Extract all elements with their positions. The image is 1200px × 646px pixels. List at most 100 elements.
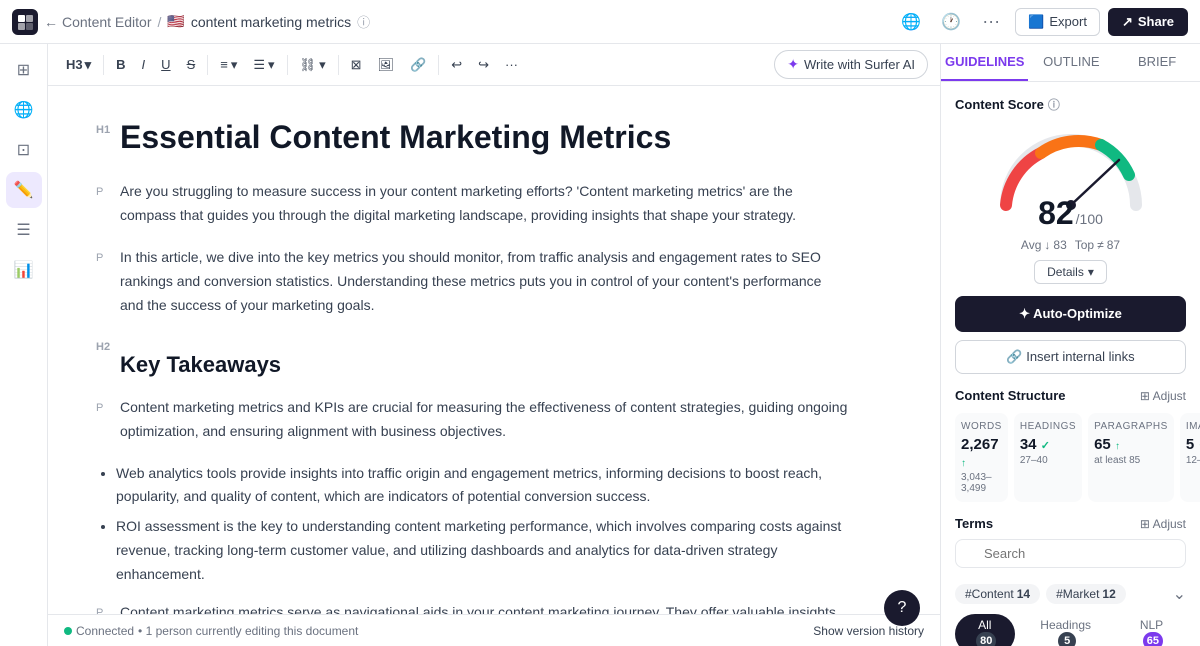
- breadcrumb-flag: 🇺🇸: [167, 13, 184, 30]
- structure-adjust-button[interactable]: ⊞ Adjust: [1140, 389, 1186, 403]
- terms-adjust-button[interactable]: ⊞ Adjust: [1140, 517, 1186, 531]
- sidebar-icon-list[interactable]: ☰: [6, 212, 42, 248]
- p4-block: P Content marketing metrics serve as nav…: [96, 601, 848, 614]
- more-toolbar-button[interactable]: ···: [499, 53, 524, 76]
- right-panel: GUIDELINES OUTLINE BRIEF Content Score ⓘ: [940, 44, 1200, 646]
- sidebar-icon-editor[interactable]: ✏️: [6, 172, 42, 208]
- link-button[interactable]: ⛓ ▾: [294, 53, 332, 77]
- undo-icon: ↩: [451, 57, 462, 73]
- heading-level-label: H3: [66, 57, 83, 72]
- list-button[interactable]: ☰ ▾: [247, 53, 280, 77]
- nlp-badge: 65: [1143, 632, 1163, 646]
- editing-info: • 1 person currently editing this docume…: [138, 624, 358, 638]
- share-icon: ↗: [1122, 14, 1133, 30]
- status-bar: Connected • 1 person currently editing t…: [48, 614, 940, 646]
- tab-brief[interactable]: BRIEF: [1114, 44, 1200, 81]
- top-text: Top ≠ 87: [1075, 238, 1120, 252]
- more-options-button[interactable]: ···: [975, 6, 1007, 38]
- doc-h2-heading[interactable]: Key Takeaways: [120, 351, 281, 380]
- content-structure-header: Content Structure ⊞ Adjust: [955, 388, 1186, 403]
- show-history-link[interactable]: Show version history: [813, 624, 924, 638]
- h2-marker: H2: [96, 335, 120, 355]
- globe-icon-btn[interactable]: 🌐: [895, 6, 927, 38]
- back-arrow-icon: ←: [44, 14, 58, 30]
- p1-marker: P: [96, 180, 120, 200]
- score-meta: Avg ↓ 83 Top ≠ 87: [1021, 238, 1120, 252]
- score-denominator: /100: [1076, 211, 1103, 227]
- strikethrough-label: S: [187, 57, 196, 72]
- toolbar-separator-3: [287, 55, 288, 75]
- paragraph-3[interactable]: Content marketing metrics and KPIs are c…: [120, 396, 848, 444]
- doc-title[interactable]: Essential Content Marketing Metrics: [120, 118, 671, 156]
- insert-links-button[interactable]: 🔗 Insert internal links: [955, 340, 1186, 374]
- content-score-info-icon[interactable]: ⓘ: [1048, 96, 1060, 113]
- tag-content[interactable]: #Content 14: [955, 584, 1040, 604]
- details-button[interactable]: Details ▾: [1034, 260, 1107, 284]
- list-chevron-icon: ▾: [268, 57, 275, 73]
- heading-selector[interactable]: H3 ▾: [60, 53, 97, 77]
- breadcrumb-doc-title: content marketing metrics: [191, 14, 351, 30]
- paragraph-1[interactable]: Are you struggling to measure success in…: [120, 180, 848, 228]
- share-label: Share: [1138, 14, 1174, 29]
- terms-search-input[interactable]: [955, 539, 1186, 568]
- status-left: Connected • 1 person currently editing t…: [64, 624, 358, 638]
- clock-icon-btn[interactable]: 🕐: [935, 6, 967, 38]
- hyperlink-icon: 🔗: [410, 57, 426, 73]
- underline-label: U: [161, 57, 170, 72]
- sidebar-icon-grid[interactable]: ⊡: [6, 132, 42, 168]
- back-button[interactable]: ← Content Editor: [44, 14, 152, 30]
- sidebar-icon-globe[interactable]: 🌐: [6, 92, 42, 128]
- tab-outline[interactable]: OUTLINE: [1028, 44, 1114, 81]
- back-label: Content Editor: [62, 14, 152, 30]
- auto-optimize-button[interactable]: ✦ Auto-Optimize: [955, 296, 1186, 332]
- help-button[interactable]: ?: [884, 590, 920, 626]
- struct-headings: HEADINGS 34 ✓ 27–40: [1014, 413, 1082, 502]
- search-wrapper: 🔍: [955, 539, 1186, 576]
- panel-body: Content Score ⓘ 82: [941, 82, 1200, 646]
- term-tab-all[interactable]: All 80: [955, 614, 1015, 646]
- special-char-button[interactable]: ⊠: [345, 53, 368, 77]
- p3-block: P Content marketing metrics and KPIs are…: [96, 396, 848, 458]
- align-button[interactable]: ≡ ▾: [214, 53, 243, 77]
- export-label: Export: [1049, 14, 1087, 29]
- image-button[interactable]: 🖼: [372, 53, 401, 77]
- align-icon: ≡: [220, 57, 228, 72]
- p4-marker: P: [96, 601, 120, 614]
- term-tab-headings[interactable]: Headings 5: [1019, 614, 1113, 646]
- terms-title: Terms: [955, 516, 993, 531]
- special-char-icon: ⊠: [351, 57, 362, 73]
- paragraph-2[interactable]: In this article, we dive into the key me…: [120, 246, 848, 317]
- connected-indicator: [64, 627, 72, 635]
- hyperlink-button[interactable]: 🔗: [404, 53, 432, 77]
- bold-label: B: [116, 57, 125, 72]
- content-score-title: Content Score ⓘ: [955, 96, 1186, 113]
- topbar: ← Content Editor / 🇺🇸 content marketing …: [0, 0, 1200, 44]
- sidebar-icon-home[interactable]: ⊞: [6, 52, 42, 88]
- sidebar-icon-chart[interactable]: 📊: [6, 252, 42, 288]
- bold-button[interactable]: B: [110, 53, 131, 76]
- underline-button[interactable]: U: [155, 53, 176, 76]
- tags-expand-button[interactable]: ⌄: [1173, 584, 1186, 604]
- italic-button[interactable]: I: [136, 53, 152, 76]
- redo-button[interactable]: ↪: [472, 53, 495, 77]
- tab-guidelines[interactable]: GUIDELINES: [941, 44, 1028, 81]
- list-item: Web analytics tools provide insights int…: [116, 462, 848, 510]
- write-ai-button[interactable]: ✦ Write with Surfer AI: [774, 50, 928, 79]
- tag-market[interactable]: #Market 12: [1046, 584, 1126, 604]
- share-button[interactable]: ↗ Share: [1108, 8, 1188, 36]
- breadcrumb-separator: /: [158, 14, 162, 30]
- redo-icon: ↪: [478, 57, 489, 73]
- write-ai-label: Write with Surfer AI: [804, 57, 915, 72]
- align-chevron-icon: ▾: [231, 57, 238, 73]
- strikethrough-button[interactable]: S: [181, 53, 202, 76]
- term-tab-nlp[interactable]: NLP 65: [1117, 614, 1186, 646]
- export-button[interactable]: 🟦 Export: [1015, 8, 1100, 36]
- struct-words: WORDS 2,267 ↑ 3,043–3,499: [955, 413, 1008, 502]
- undo-button[interactable]: ↩: [445, 53, 468, 77]
- paragraph-4[interactable]: Content marketing metrics serve as navig…: [120, 601, 848, 614]
- toolbar-separator-4: [338, 55, 339, 75]
- struct-images: IMAGES 5 ↑ 12–20: [1180, 413, 1200, 502]
- doc-info-icon[interactable]: ⓘ: [357, 12, 370, 31]
- toolbar-separator-5: [438, 55, 439, 75]
- editor-content[interactable]: H1 Essential Content Marketing Metrics P…: [48, 86, 908, 614]
